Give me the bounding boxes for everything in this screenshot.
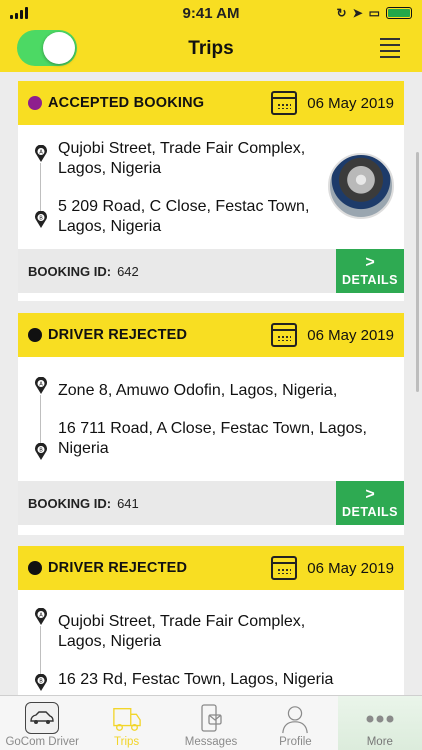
pickup-address: Qujobi Street, Trade Fair Complex, Lagos… (58, 613, 306, 650)
trip-status: DRIVER REJECTED (48, 327, 188, 343)
tab-trips[interactable]: Trips (84, 696, 168, 750)
trip-card-header: ACCEPTED BOOKING 06 May 2019 (18, 81, 404, 125)
pickup-pin-icon: A (34, 145, 48, 163)
phone-message-icon (196, 704, 226, 734)
pickup-address: Zone 8, Amuwo Odofin, Lagos, Nigeria, (58, 382, 338, 399)
scrollbar[interactable] (416, 152, 419, 392)
dropoff-address: 5 209 Road, C Close, Festac Town, Lagos,… (58, 198, 310, 235)
trip-status: ACCEPTED BOOKING (48, 95, 205, 111)
chevron-right-icon: > (365, 254, 375, 271)
trip-date: 06 May 2019 (307, 326, 394, 344)
booking-id-label: BOOKING ID: (28, 495, 112, 511)
pickup-pin-icon: A (34, 608, 48, 626)
route-line (40, 163, 41, 215)
calendar-icon (271, 556, 298, 580)
trips-list[interactable]: ACCEPTED BOOKING 06 May 2019 A B Qujobi … (0, 72, 422, 695)
dropoff-address: 16 23 Rd, Festac Town, Lagos, Nigeria (58, 671, 334, 688)
trip-card-footer: BOOKING ID: 641 > DETAILS (18, 481, 404, 525)
nav-bar: Trips (0, 26, 422, 72)
menu-button[interactable] (380, 38, 400, 58)
tab-messages[interactable]: Messages (169, 696, 253, 750)
status-time: 9:41 AM (182, 4, 240, 22)
dropoff-address: 16 711 Road, A Close, Festac Town, Lagos… (58, 420, 367, 457)
details-button[interactable]: > DETAILS (336, 249, 404, 293)
trip-date: 06 May 2019 (307, 94, 394, 112)
tab-label: GoCom Driver (5, 736, 79, 748)
dropoff-pin-icon: B (34, 674, 48, 692)
profile-icon (280, 704, 310, 734)
tab-label: Profile (279, 736, 312, 748)
online-toggle[interactable] (17, 30, 77, 66)
dropoff-pin-icon: B (34, 211, 48, 229)
trip-status: DRIVER REJECTED (48, 560, 188, 576)
car-icon (25, 702, 60, 734)
tab-gocom-driver[interactable]: GoCom Driver (0, 696, 84, 750)
more-icon (365, 704, 395, 734)
calendar-icon (271, 91, 298, 115)
chevron-right-icon: > (365, 486, 375, 503)
trip-date: 06 May 2019 (307, 559, 394, 577)
tab-label: Messages (184, 736, 238, 748)
tab-more[interactable]: More (337, 696, 422, 750)
trip-card-header: DRIVER REJECTED 06 May 2019 (18, 313, 404, 357)
tab-profile[interactable]: Profile (253, 696, 337, 750)
trip-card[interactable]: DRIVER REJECTED 06 May 2019 A B Zone 8, … (18, 313, 404, 535)
booking-id-label: BOOKING ID: (28, 263, 112, 279)
route-line (40, 626, 41, 678)
trip-card-footer: BOOKING ID: 642 > DETAILS (18, 249, 404, 293)
truck-icon (112, 704, 142, 734)
booking-id-value: 641 (117, 495, 139, 511)
dropoff-pin-icon: B (34, 443, 48, 461)
tab-bar: GoCom Driver Trips Messages Profile More (0, 695, 422, 750)
details-button[interactable]: > DETAILS (336, 481, 404, 525)
tab-label: More (366, 736, 393, 748)
trip-card-header: DRIVER REJECTED 06 May 2019 (18, 546, 404, 590)
details-label: DETAILS (341, 505, 399, 519)
status-bar: 9:41 AM ↻ ➤ ▭ (0, 0, 422, 26)
status-dot (28, 328, 42, 342)
driver-avatar (328, 153, 394, 219)
trip-card[interactable]: DRIVER REJECTED 06 May 2019 A B Qujobi S… (18, 546, 404, 695)
status-dot (28, 96, 42, 110)
trip-card[interactable]: ACCEPTED BOOKING 06 May 2019 A B Qujobi … (18, 81, 404, 301)
booking-id-value: 642 (117, 263, 139, 279)
pickup-address: Qujobi Street, Trade Fair Complex, Lagos… (58, 140, 306, 177)
calendar-icon (271, 323, 298, 347)
details-label: DETAILS (341, 273, 399, 287)
route-line (40, 395, 41, 449)
status-dot (28, 561, 42, 575)
page-title: Trips (188, 38, 234, 59)
tab-label: Trips (114, 736, 140, 748)
pickup-pin-icon: A (34, 377, 48, 395)
